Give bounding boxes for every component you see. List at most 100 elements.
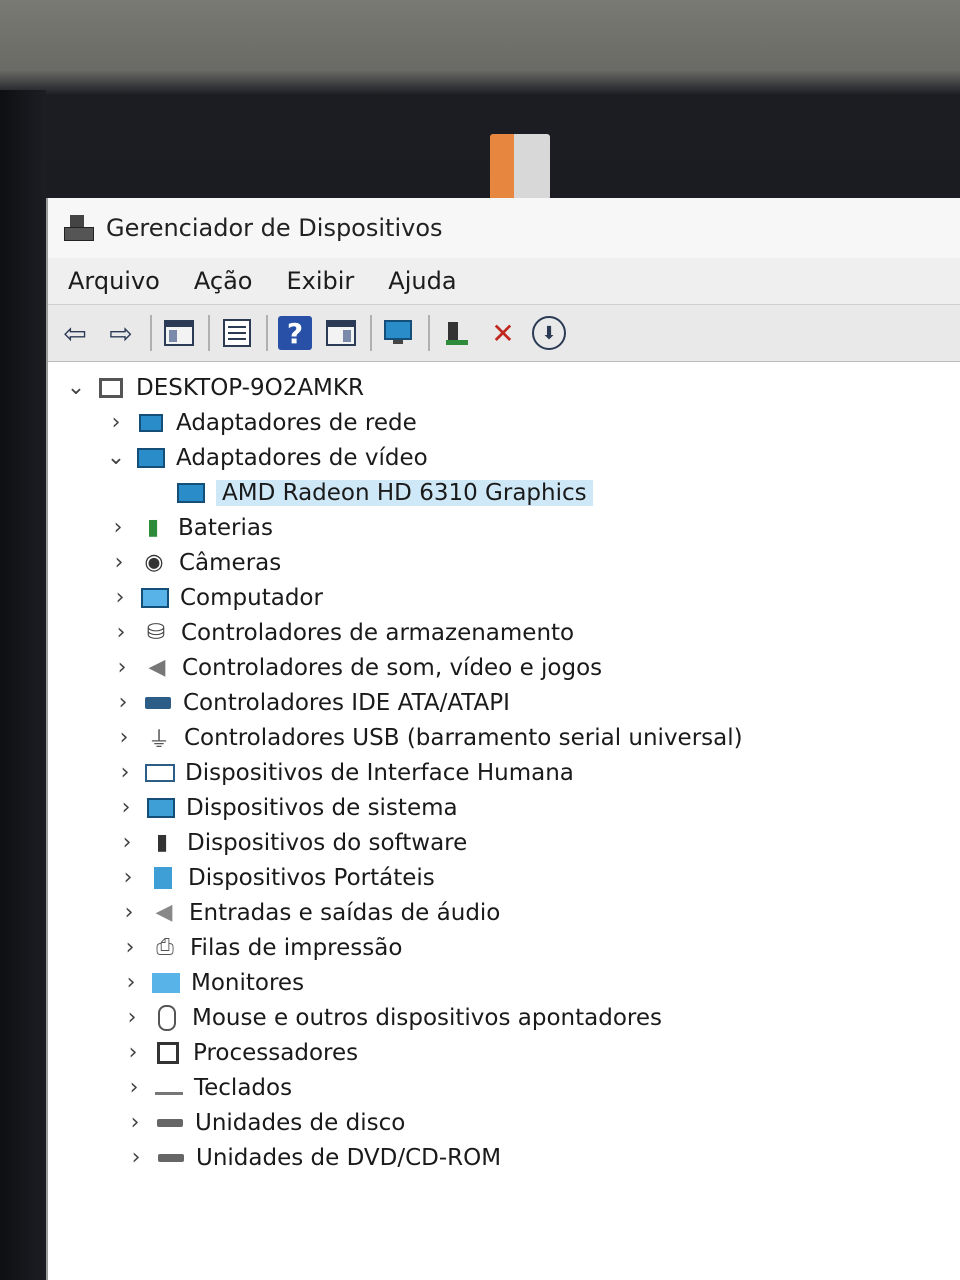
collapsed-chevron-icon[interactable]: ›: [122, 1075, 146, 1100]
tree-item-label: Controladores IDE ATA/ATAPI: [183, 689, 510, 716]
processor-icon: [153, 1040, 183, 1066]
title-bar: Gerenciador de Dispositivos: [48, 198, 960, 258]
tree-item-label: Dispositivos de sistema: [186, 794, 458, 821]
tree-item-controladores-usb[interactable]: › ⏚ Controladores USB (barramento serial…: [48, 720, 960, 755]
printer-icon: ⎙: [156, 935, 174, 960]
collapsed-chevron-icon[interactable]: ›: [120, 1005, 144, 1030]
network-adapter-icon: [136, 410, 166, 436]
tree-item-label: AMD Radeon HD 6310 Graphics: [216, 479, 593, 506]
mouse-icon: [152, 1004, 182, 1031]
tree-item-adaptadores-video[interactable]: ⌄ Adaptadores de vídeo: [48, 440, 960, 475]
display-adapter-icon: [176, 480, 206, 506]
collapsed-chevron-icon[interactable]: ›: [112, 725, 136, 750]
toolbar-separator: [208, 315, 210, 351]
toolbar-separator: [370, 315, 372, 351]
collapsed-chevron-icon[interactable]: ›: [104, 410, 128, 435]
tree-item-unidades-disco[interactable]: › Unidades de disco: [48, 1105, 960, 1140]
tree-item-entradas-audio[interactable]: › ◀ Entradas e saídas de áudio: [48, 895, 960, 930]
tree-item-controladores-armazenamento[interactable]: › ⛁ Controladores de armazenamento: [48, 615, 960, 650]
tree-item-label: Computador: [180, 584, 323, 611]
forward-icon[interactable]: ⇨: [104, 316, 138, 350]
collapsed-chevron-icon[interactable]: ›: [123, 1110, 147, 1135]
tree-item-interface-humana[interactable]: › Dispositivos de Interface Humana: [48, 755, 960, 790]
tree-item-controladores-ide[interactable]: › Controladores IDE ATA/ATAPI: [48, 685, 960, 720]
camera-icon: ◉: [144, 550, 164, 575]
tree-item-label: Teclados: [194, 1074, 293, 1101]
show-hide-console-tree-icon[interactable]: [162, 316, 196, 350]
tree-item-teclados[interactable]: › Teclados: [48, 1070, 960, 1105]
help-icon[interactable]: ?: [278, 316, 312, 350]
tree-item-mouse[interactable]: › Mouse e outros dispositivos apontadore…: [48, 1000, 960, 1035]
keyboard-icon: [154, 1075, 184, 1101]
download-glyph: ⬇: [541, 322, 557, 344]
tree-item-baterias[interactable]: › ▮ Baterias: [48, 510, 960, 545]
tree-item-dispositivos-sistema[interactable]: › Dispositivos de sistema: [48, 790, 960, 825]
device-tree: ⌄ DESKTOP-9O2AMKR › Adaptadores de rede …: [48, 362, 960, 1175]
tree-item-label: Dispositivos Portáteis: [188, 864, 435, 891]
monitor-icon: [151, 970, 181, 996]
desktop-folder-icon: [490, 134, 550, 200]
collapsed-chevron-icon[interactable]: ›: [110, 655, 134, 680]
tree-item-label: Câmeras: [179, 549, 282, 576]
collapsed-chevron-icon[interactable]: ›: [124, 1145, 148, 1170]
collapsed-chevron-icon[interactable]: ›: [107, 550, 131, 575]
menu-bar: Arquivo Ação Exibir Ajuda: [48, 258, 960, 305]
audio-io-icon: ◀: [155, 900, 173, 925]
software-device-icon: ▮: [155, 830, 169, 855]
update-driver-icon[interactable]: [440, 316, 474, 350]
tree-item-label: Filas de impressão: [190, 934, 403, 961]
tree-item-cameras[interactable]: › ◉ Câmeras: [48, 545, 960, 580]
tree-item-computador[interactable]: › Computador: [48, 580, 960, 615]
tree-item-monitores[interactable]: › Monitores: [48, 965, 960, 1000]
tree-item-processadores[interactable]: › Processadores: [48, 1035, 960, 1070]
tree-item-label: Dispositivos de Interface Humana: [185, 759, 574, 786]
collapsed-chevron-icon[interactable]: ›: [121, 1040, 145, 1065]
toolbar-separator: [428, 315, 430, 351]
menu-exibir[interactable]: Exibir: [286, 267, 354, 295]
properties-icon[interactable]: [220, 316, 254, 350]
expanded-chevron-icon[interactable]: ⌄: [64, 375, 88, 400]
collapsed-chevron-icon[interactable]: ›: [113, 760, 137, 785]
disk-drive-icon: [155, 1110, 185, 1136]
menu-arquivo[interactable]: Arquivo: [68, 267, 160, 295]
toolbar: ⇦ ⇨ ? ✕ ⬇: [48, 305, 960, 362]
collapsed-chevron-icon[interactable]: ›: [119, 970, 143, 995]
computer-icon: [140, 585, 170, 611]
tree-item-controladores-som[interactable]: › ◀ Controladores de som, vídeo e jogos: [48, 650, 960, 685]
root-label: DESKTOP-9O2AMKR: [136, 374, 364, 401]
tree-item-amd-radeon[interactable]: AMD Radeon HD 6310 Graphics: [48, 475, 960, 510]
scan-hardware-icon[interactable]: [382, 316, 416, 350]
tree-item-dispositivos-software[interactable]: › ▮ Dispositivos do software: [48, 825, 960, 860]
tree-item-adaptadores-rede[interactable]: › Adaptadores de rede: [48, 405, 960, 440]
collapsed-chevron-icon[interactable]: ›: [116, 865, 140, 890]
collapsed-chevron-icon[interactable]: ›: [117, 900, 141, 925]
storage-controller-icon: ⛁: [146, 620, 166, 645]
tree-item-label: Controladores de som, vídeo e jogos: [182, 654, 603, 681]
device-manager-icon: [64, 213, 94, 243]
tree-item-label: Baterias: [178, 514, 273, 541]
update-icon[interactable]: ⬇: [532, 316, 566, 350]
expanded-chevron-icon[interactable]: ⌄: [104, 445, 128, 470]
collapsed-chevron-icon[interactable]: ›: [109, 620, 133, 645]
collapsed-chevron-icon[interactable]: ›: [106, 515, 130, 540]
collapsed-chevron-icon[interactable]: ›: [115, 830, 139, 855]
device-manager-window: Gerenciador de Dispositivos Arquivo Ação…: [46, 198, 960, 1280]
tree-item-label: Dispositivos do software: [187, 829, 468, 856]
collapsed-chevron-icon[interactable]: ›: [118, 935, 142, 960]
collapsed-chevron-icon[interactable]: ›: [111, 690, 135, 715]
tree-item-label: Unidades de disco: [195, 1109, 406, 1136]
tree-item-filas-impressao[interactable]: › ⎙ Filas de impressão: [48, 930, 960, 965]
tree-item-label: Adaptadores de vídeo: [176, 444, 428, 471]
uninstall-icon[interactable]: ✕: [486, 316, 520, 350]
tree-item-dispositivos-portateis[interactable]: › Dispositivos Portáteis: [48, 860, 960, 895]
collapsed-chevron-icon[interactable]: ›: [108, 585, 132, 610]
speaker-icon: ◀: [148, 655, 166, 680]
action-pane-icon[interactable]: [324, 316, 358, 350]
tree-item-unidades-dvd[interactable]: › Unidades de DVD/CD-ROM: [48, 1140, 960, 1175]
menu-ajuda[interactable]: Ajuda: [388, 267, 456, 295]
menu-acao[interactable]: Ação: [194, 267, 253, 295]
tree-item-label: Controladores de armazenamento: [181, 619, 575, 646]
back-icon[interactable]: ⇦: [58, 316, 92, 350]
tree-root[interactable]: ⌄ DESKTOP-9O2AMKR: [48, 370, 960, 405]
collapsed-chevron-icon[interactable]: ›: [114, 795, 138, 820]
